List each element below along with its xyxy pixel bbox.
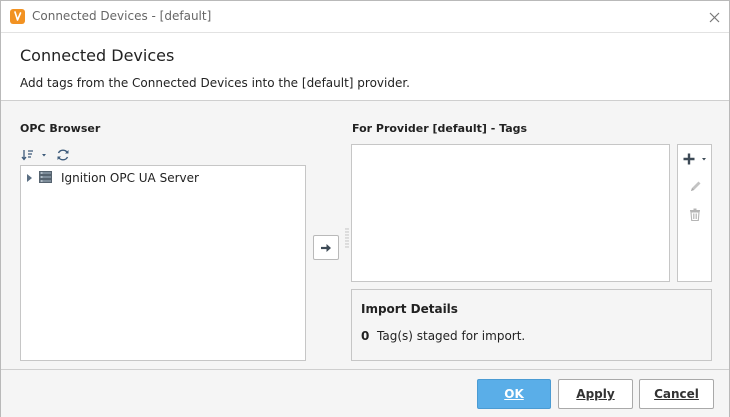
tree-item-opc-ua-server[interactable]: Ignition OPC UA Server — [21, 169, 301, 187]
cancel-button[interactable]: Cancel — [639, 379, 714, 409]
splitter-handle[interactable] — [345, 227, 349, 251]
ok-button[interactable]: OK — [477, 379, 551, 409]
tag-actions-toolbar — [677, 144, 712, 282]
dialog-header: Connected Devices Add tags from the Conn… — [1, 33, 729, 101]
delete-tag-button[interactable] — [686, 206, 704, 222]
add-tag-button[interactable] — [681, 150, 708, 168]
provider-tags-tree[interactable] — [351, 144, 670, 282]
page-subtitle: Add tags from the Connected Devices into… — [20, 76, 410, 90]
opc-browser-label: OPC Browser — [20, 122, 101, 135]
dialog-footer: OK Apply Cancel — [1, 369, 729, 417]
close-icon — [709, 12, 719, 22]
opc-browser-tree[interactable]: Ignition OPC UA Server — [20, 165, 306, 361]
cancel-button-label: Cancel — [654, 387, 699, 401]
trash-icon — [690, 208, 700, 221]
add-to-provider-button[interactable] — [313, 235, 339, 260]
server-icon — [39, 170, 55, 186]
title-bar: Connected Devices - [default] — [1, 1, 729, 33]
staged-text: Tag(s) staged for import. — [377, 329, 526, 343]
sort-button[interactable] — [20, 147, 48, 163]
apply-button[interactable]: Apply — [558, 379, 633, 409]
tree-item-label: Ignition OPC UA Server — [61, 171, 199, 185]
staged-count: 0 — [361, 329, 370, 343]
ignition-logo-icon — [10, 9, 25, 24]
import-details-title: Import Details — [361, 302, 458, 316]
window-title: Connected Devices - [default] — [32, 9, 212, 23]
expand-arrow-icon[interactable] — [21, 173, 39, 183]
connected-devices-dialog: Connected Devices - [default] Connected … — [0, 0, 730, 417]
refresh-icon — [57, 149, 69, 161]
sort-icon — [21, 150, 46, 161]
provider-tags-label: For Provider [default] - Tags — [352, 122, 528, 135]
apply-button-label: Apply — [576, 387, 615, 401]
refresh-button[interactable] — [55, 147, 71, 163]
page-title: Connected Devices — [20, 46, 175, 65]
arrow-right-icon — [321, 243, 331, 252]
close-button[interactable] — [704, 7, 724, 27]
edit-tag-button[interactable] — [686, 178, 704, 194]
plus-icon — [683, 153, 706, 165]
import-details-panel: Import Details 0 Tag(s) staged for impor… — [351, 289, 712, 361]
pencil-icon — [690, 181, 700, 191]
ok-button-label: OK — [504, 387, 524, 401]
